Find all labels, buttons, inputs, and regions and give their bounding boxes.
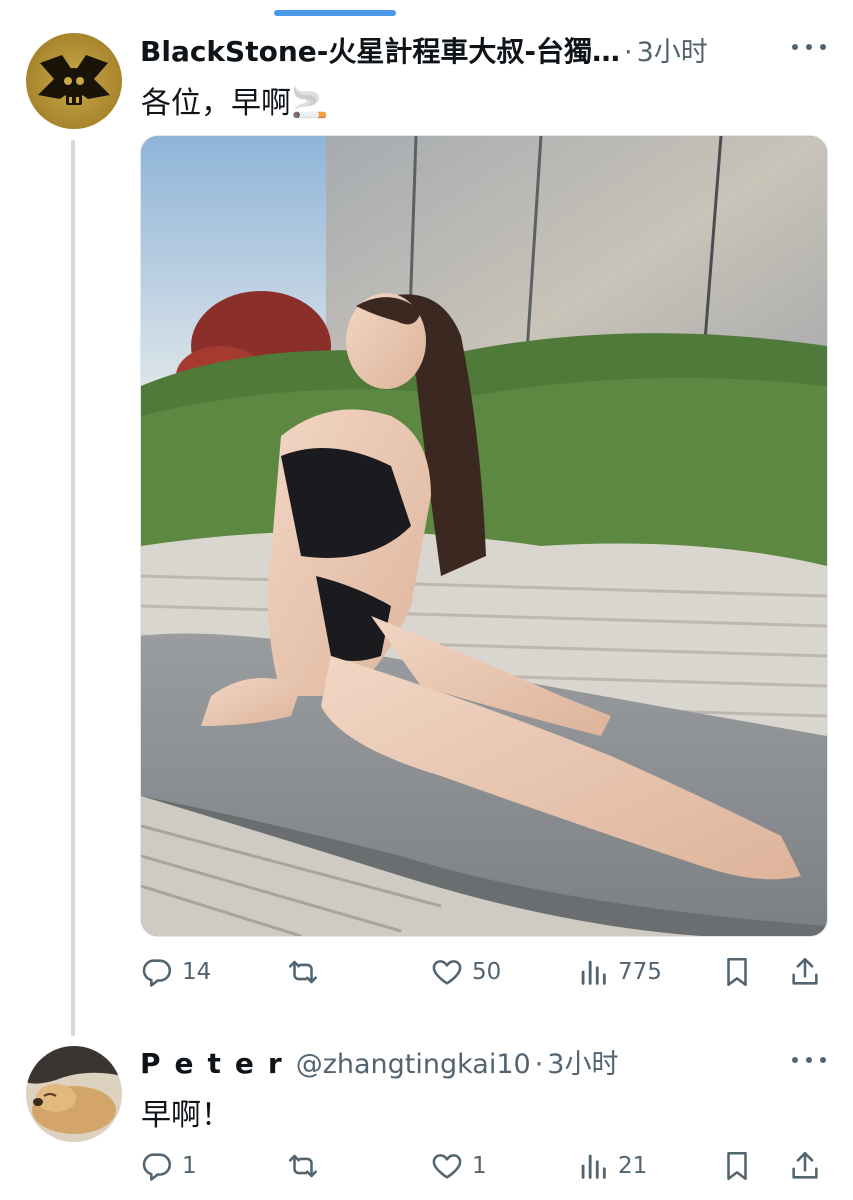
views-icon	[581, 960, 606, 985]
heart-icon	[432, 960, 462, 985]
bookmark-icon	[727, 957, 747, 987]
tweet-header: BlackStone-火星計程車大叔-台獨… · 3小时	[140, 30, 708, 70]
timestamp[interactable]: 3小时	[637, 30, 708, 69]
retweet-button[interactable]	[286, 952, 328, 992]
views-icon	[581, 1154, 606, 1179]
views-count: 21	[618, 1153, 648, 1179]
reply-icon	[142, 959, 172, 987]
retweet-icon	[288, 1154, 318, 1178]
share-icon	[792, 1151, 818, 1179]
views-count: 775	[618, 959, 662, 985]
tweet-actions: 1 1 21	[140, 1146, 830, 1186]
reply-count: 14	[182, 959, 212, 985]
retweet-icon	[288, 960, 318, 984]
skull-icon	[38, 55, 110, 105]
views-button[interactable]: 21	[576, 1146, 647, 1186]
avatar[interactable]	[26, 33, 122, 129]
avatar[interactable]	[26, 1046, 122, 1142]
tweet-header: Peter @zhangtingkai10 · 3小时	[140, 1042, 618, 1081]
separator-dot: ·	[624, 37, 633, 68]
like-button[interactable]: 50	[430, 952, 501, 992]
thread-connector-line	[71, 140, 75, 1036]
timestamp[interactable]: 3小时	[547, 1042, 618, 1081]
bookmark-button[interactable]	[720, 1146, 754, 1186]
reply-button[interactable]: 1	[140, 1146, 197, 1186]
heart-icon	[432, 1154, 462, 1179]
views-button[interactable]: 775	[576, 952, 662, 992]
like-count: 1	[472, 1153, 487, 1179]
share-button[interactable]	[788, 952, 822, 992]
like-count: 50	[472, 959, 502, 985]
separator-dot: ·	[534, 1049, 544, 1080]
tweet-text: 各位，早啊🚬	[141, 86, 329, 121]
scroll-indicator	[274, 10, 396, 16]
author-handle[interactable]: @zhangtingkai10	[296, 1049, 531, 1080]
more-icon[interactable]	[792, 42, 826, 52]
reply-count: 1	[182, 1153, 197, 1179]
dog-icon	[26, 1046, 122, 1142]
author-name[interactable]: Peter	[140, 1047, 296, 1080]
author-name[interactable]: BlackStone-火星計程車大叔-台獨…	[140, 30, 620, 70]
reply-icon	[142, 1153, 172, 1181]
more-icon[interactable]	[792, 1055, 826, 1065]
share-button[interactable]	[788, 1146, 822, 1186]
bookmark-icon	[727, 1151, 747, 1181]
tweet-text: 早啊！	[141, 1098, 231, 1133]
share-icon	[792, 957, 818, 985]
retweet-button[interactable]	[286, 1146, 328, 1186]
tweet-photo[interactable]	[140, 135, 828, 937]
like-button[interactable]: 1	[430, 1146, 487, 1186]
tweet-actions: 14 50 775	[140, 952, 830, 992]
reply-button[interactable]: 14	[140, 952, 211, 992]
bookmark-button[interactable]	[720, 952, 754, 992]
photo-illustration	[141, 136, 827, 936]
